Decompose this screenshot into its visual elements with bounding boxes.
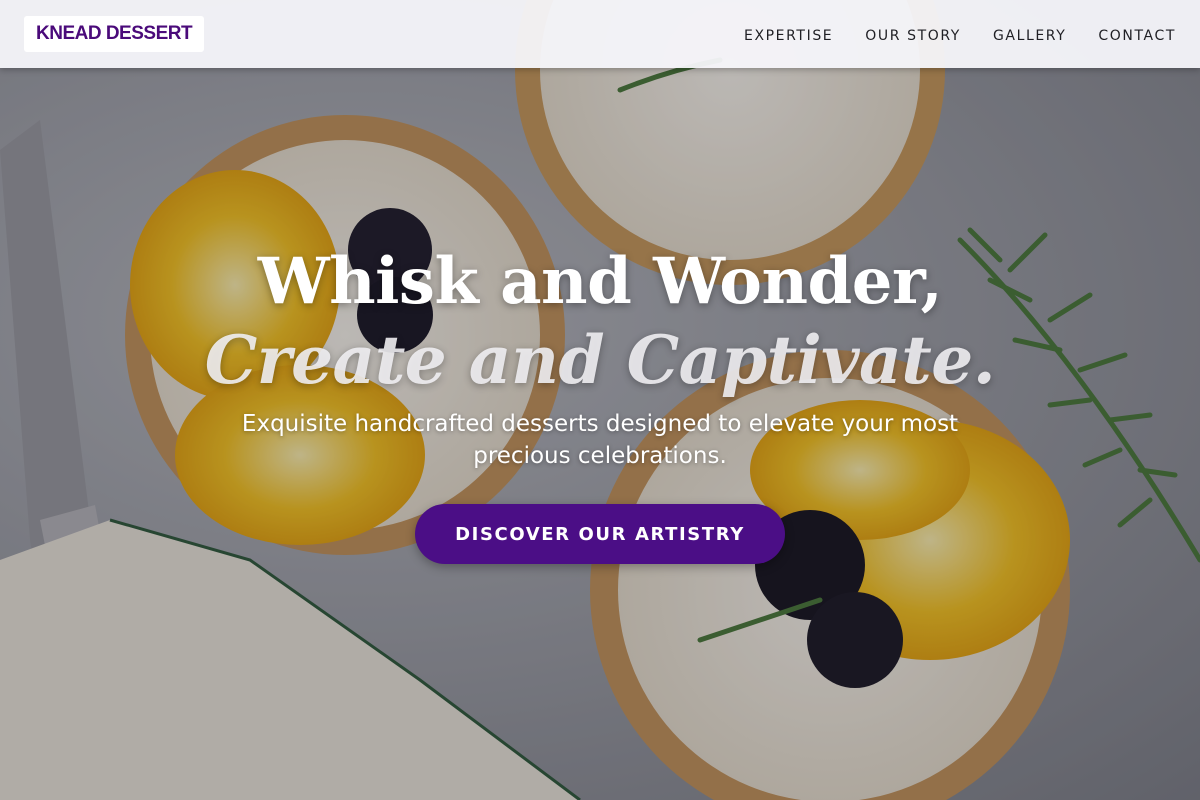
nav-link-gallery[interactable]: GALLERY: [993, 28, 1066, 44]
nav-link-contact[interactable]: CONTACT: [1098, 28, 1176, 44]
nav-item-our-story: OUR STORY: [865, 25, 961, 44]
main-nav: EXPERTISE OUR STORY GALLERY CONTACT: [744, 0, 1176, 68]
hero-headline-line2: Create and Captivate.: [204, 321, 996, 399]
nav-link-our-story[interactable]: OUR STORY: [865, 28, 961, 44]
site-header: KNEAD DESSERT EXPERTISE OUR STORY GALLER…: [0, 0, 1200, 68]
nav-item-expertise: EXPERTISE: [744, 25, 833, 44]
logo[interactable]: KNEAD DESSERT: [24, 16, 205, 52]
hero-section: Whisk and Wonder, Create and Captivate. …: [0, 0, 1200, 800]
nav-link-expertise[interactable]: EXPERTISE: [744, 28, 833, 44]
hero-headline-line1: Whisk and Wonder,: [257, 244, 943, 319]
hero-content: Whisk and Wonder, Create and Captivate. …: [0, 240, 1200, 564]
nav-item-gallery: GALLERY: [993, 25, 1066, 44]
discover-artistry-button[interactable]: DISCOVER OUR ARTISTRY: [415, 504, 785, 564]
nav-item-contact: CONTACT: [1098, 25, 1176, 44]
hero-subtitle: Exquisite handcrafted desserts designed …: [241, 411, 959, 469]
